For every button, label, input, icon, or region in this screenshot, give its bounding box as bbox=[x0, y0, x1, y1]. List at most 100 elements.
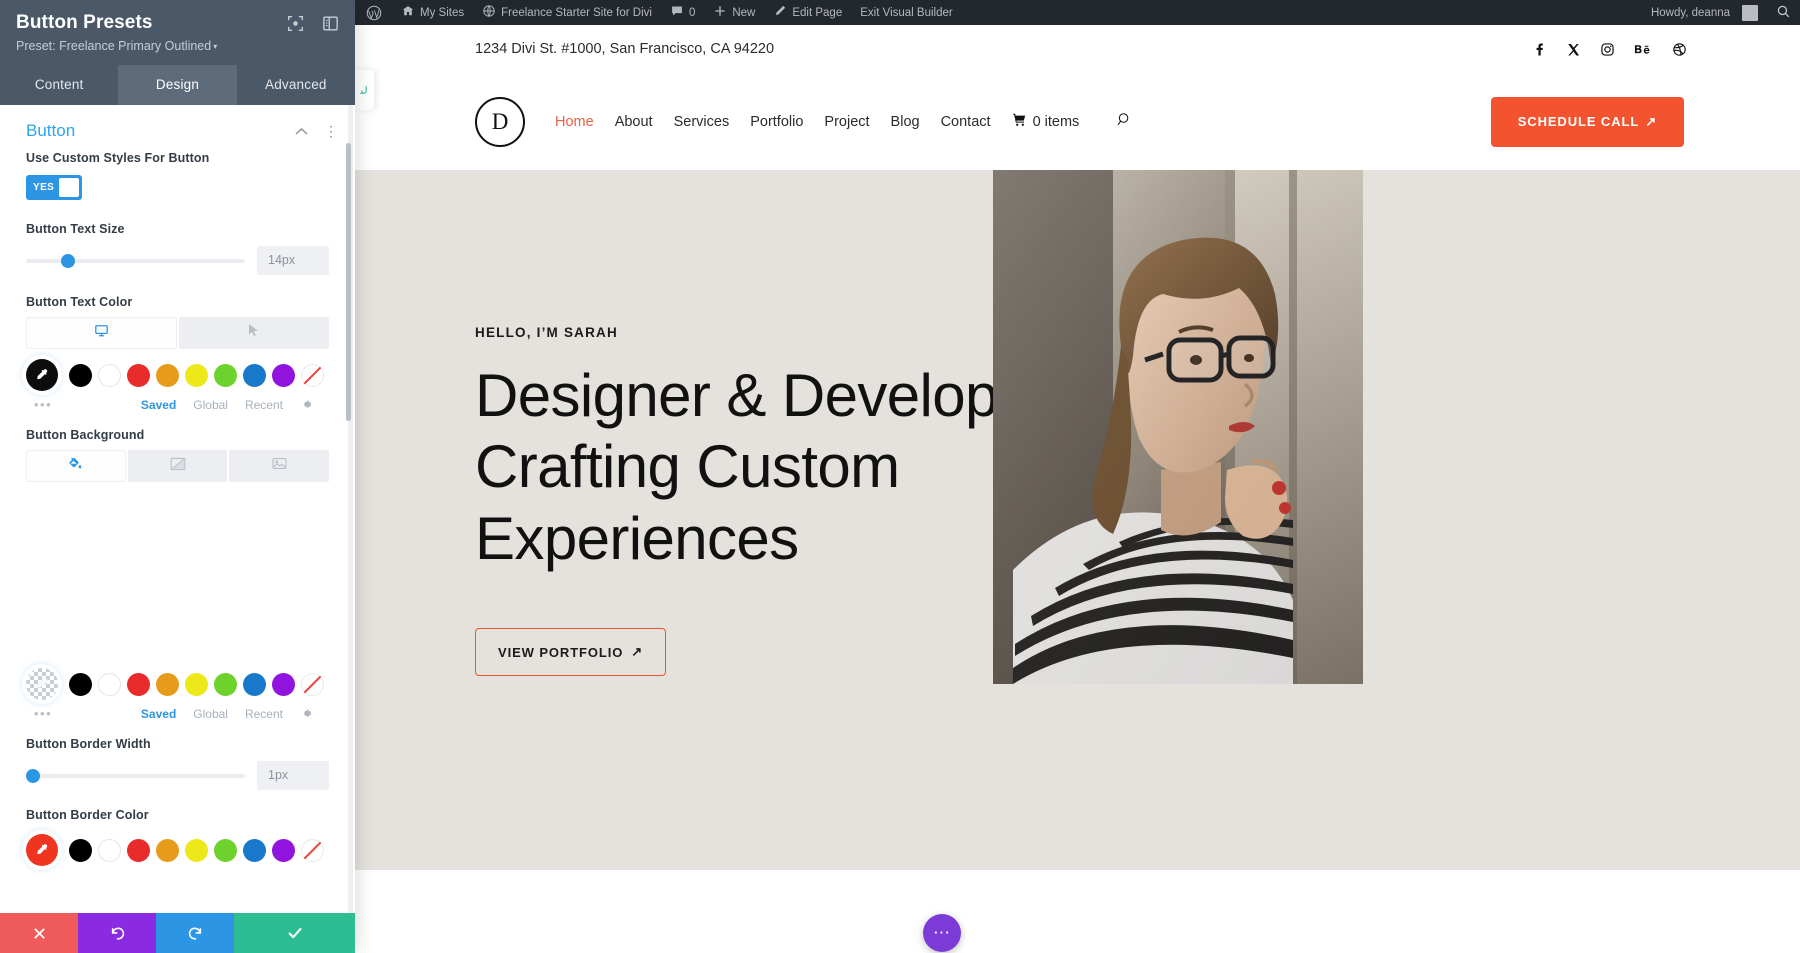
desktop-tab[interactable] bbox=[26, 317, 177, 349]
swatch-green[interactable] bbox=[214, 839, 237, 862]
more-colors-icon[interactable]: ••• bbox=[34, 706, 52, 721]
panel-layout-icon[interactable] bbox=[322, 15, 339, 32]
chevron-up-icon[interactable] bbox=[295, 125, 308, 138]
redo-button[interactable] bbox=[156, 913, 234, 953]
more-colors-icon[interactable]: ••• bbox=[34, 397, 52, 412]
swatch-none[interactable] bbox=[301, 673, 324, 696]
background-tab-gradient[interactable] bbox=[128, 450, 228, 482]
admin-bar-new[interactable]: New bbox=[704, 0, 764, 25]
view-portfolio-button[interactable]: VIEW PORTFOLIO ↗ bbox=[475, 628, 666, 676]
panel-scrollbar-thumb[interactable] bbox=[346, 143, 351, 421]
swatch-yellow[interactable] bbox=[185, 673, 208, 696]
swatch-black[interactable] bbox=[69, 673, 92, 696]
nav-item-home[interactable]: Home bbox=[555, 114, 594, 130]
selected-color-swatch-border-color[interactable] bbox=[26, 834, 58, 866]
swatch-blue[interactable] bbox=[243, 673, 266, 696]
swatch-black[interactable] bbox=[69, 839, 92, 862]
schedule-call-button[interactable]: SCHEDULE CALL ↗ bbox=[1491, 97, 1684, 147]
swatch-white[interactable] bbox=[98, 839, 121, 862]
button-text-size-slider[interactable] bbox=[26, 251, 245, 271]
hover-tab[interactable] bbox=[179, 317, 330, 349]
tab-design[interactable]: Design bbox=[118, 65, 236, 105]
swatch-red[interactable] bbox=[127, 839, 150, 862]
gear-icon[interactable] bbox=[300, 398, 313, 411]
admin-bar-site-name[interactable]: Freelance Starter Site for Divi bbox=[473, 0, 661, 25]
swatch-green[interactable] bbox=[214, 673, 237, 696]
preset-selector[interactable]: Preset: Freelance Primary Outlined▾ bbox=[16, 39, 339, 65]
instagram-icon[interactable] bbox=[1600, 42, 1615, 57]
swatch-link-global[interactable]: Global bbox=[193, 398, 228, 412]
swatch-white[interactable] bbox=[98, 673, 121, 696]
x-twitter-icon[interactable] bbox=[1566, 42, 1581, 57]
admin-bar-my-sites[interactable]: My Sites bbox=[392, 0, 473, 25]
swatch-yellow[interactable] bbox=[185, 839, 208, 862]
swatch-purple[interactable] bbox=[272, 839, 295, 862]
selected-color-swatch-background[interactable] bbox=[26, 668, 58, 700]
swatch-orange[interactable] bbox=[156, 364, 179, 387]
panel-scrollbar-track[interactable] bbox=[348, 105, 353, 913]
cancel-button[interactable] bbox=[0, 913, 78, 953]
button-text-size-value[interactable]: 14px bbox=[257, 246, 329, 275]
gear-icon[interactable] bbox=[300, 707, 313, 720]
tab-content[interactable]: Content bbox=[0, 65, 118, 105]
swatch-orange[interactable] bbox=[156, 839, 179, 862]
use-custom-styles-toggle[interactable]: YES bbox=[26, 175, 82, 200]
swatch-link-recent[interactable]: Recent bbox=[245, 707, 283, 721]
admin-bar-comments[interactable]: 0 bbox=[661, 0, 704, 25]
nav-item-contact[interactable]: Contact bbox=[941, 114, 991, 130]
behance-icon[interactable] bbox=[1634, 42, 1653, 57]
admin-bar-edit-page[interactable]: Edit Page bbox=[764, 0, 851, 25]
cart-link[interactable]: 0 items bbox=[1012, 112, 1080, 131]
swatch-green[interactable] bbox=[214, 364, 237, 387]
swatch-blue[interactable] bbox=[243, 839, 266, 862]
site-topbar: 1234 Divi St. #1000, San Francisco, CA 9… bbox=[355, 25, 1800, 73]
swatch-black[interactable] bbox=[69, 364, 92, 387]
swatch-red[interactable] bbox=[127, 673, 150, 696]
swatch-orange[interactable] bbox=[156, 673, 179, 696]
tab-advanced[interactable]: Advanced bbox=[237, 65, 355, 105]
button-border-width-slider[interactable] bbox=[26, 766, 245, 786]
field-button-text-color: Button Text Color bbox=[0, 295, 355, 412]
swatch-none[interactable] bbox=[301, 364, 324, 387]
swatch-link-saved[interactable]: Saved bbox=[141, 398, 176, 412]
floating-action-button[interactable]: ⋯ bbox=[923, 914, 961, 952]
visual-builder-toggle-tab[interactable] bbox=[355, 70, 374, 110]
button-border-width-value[interactable]: 1px bbox=[257, 761, 329, 790]
selected-color-swatch-text-color[interactable] bbox=[26, 359, 58, 391]
swatch-purple[interactable] bbox=[272, 364, 295, 387]
slider-knob[interactable] bbox=[61, 254, 75, 268]
background-tab-image[interactable] bbox=[229, 450, 329, 482]
swatch-link-recent[interactable]: Recent bbox=[245, 398, 283, 412]
hero-section: HELLO, I’M SARAH Designer & Developer Cr… bbox=[355, 170, 1800, 870]
save-button[interactable] bbox=[234, 913, 355, 953]
swatch-red[interactable] bbox=[127, 364, 150, 387]
nav-search-icon[interactable] bbox=[1116, 111, 1133, 133]
focus-target-icon[interactable] bbox=[287, 15, 304, 32]
admin-bar-site-name-label: Freelance Starter Site for Divi bbox=[501, 7, 652, 19]
swatch-none[interactable] bbox=[301, 839, 324, 862]
swatch-white[interactable] bbox=[98, 364, 121, 387]
undo-button[interactable] bbox=[78, 913, 156, 953]
section-menu-icon[interactable]: ⋮ bbox=[324, 124, 339, 138]
swatch-blue[interactable] bbox=[243, 364, 266, 387]
swatch-link-saved[interactable]: Saved bbox=[141, 707, 176, 721]
nav-item-project[interactable]: Project bbox=[824, 114, 869, 130]
swatch-yellow[interactable] bbox=[185, 364, 208, 387]
dribbble-icon[interactable] bbox=[1672, 42, 1687, 57]
facebook-icon[interactable] bbox=[1532, 42, 1547, 57]
button-text-color-swatches bbox=[26, 349, 329, 391]
background-tab-color[interactable] bbox=[26, 450, 126, 482]
wordpress-logo-icon[interactable] bbox=[355, 0, 392, 25]
nav-item-about[interactable]: About bbox=[615, 114, 653, 130]
swatch-purple[interactable] bbox=[272, 673, 295, 696]
admin-bar-exit-visual-builder[interactable]: Exit Visual Builder bbox=[851, 0, 961, 25]
nav-item-blog[interactable]: Blog bbox=[891, 114, 920, 130]
admin-bar-search[interactable] bbox=[1767, 0, 1800, 25]
admin-bar-howdy[interactable]: Howdy, deanna bbox=[1642, 0, 1767, 25]
admin-bar-my-sites-label: My Sites bbox=[420, 7, 464, 19]
swatch-link-global[interactable]: Global bbox=[193, 707, 228, 721]
site-logo[interactable]: D bbox=[475, 97, 525, 147]
slider-knob[interactable] bbox=[26, 769, 40, 783]
nav-item-portfolio[interactable]: Portfolio bbox=[750, 114, 803, 130]
nav-item-services[interactable]: Services bbox=[674, 114, 730, 130]
